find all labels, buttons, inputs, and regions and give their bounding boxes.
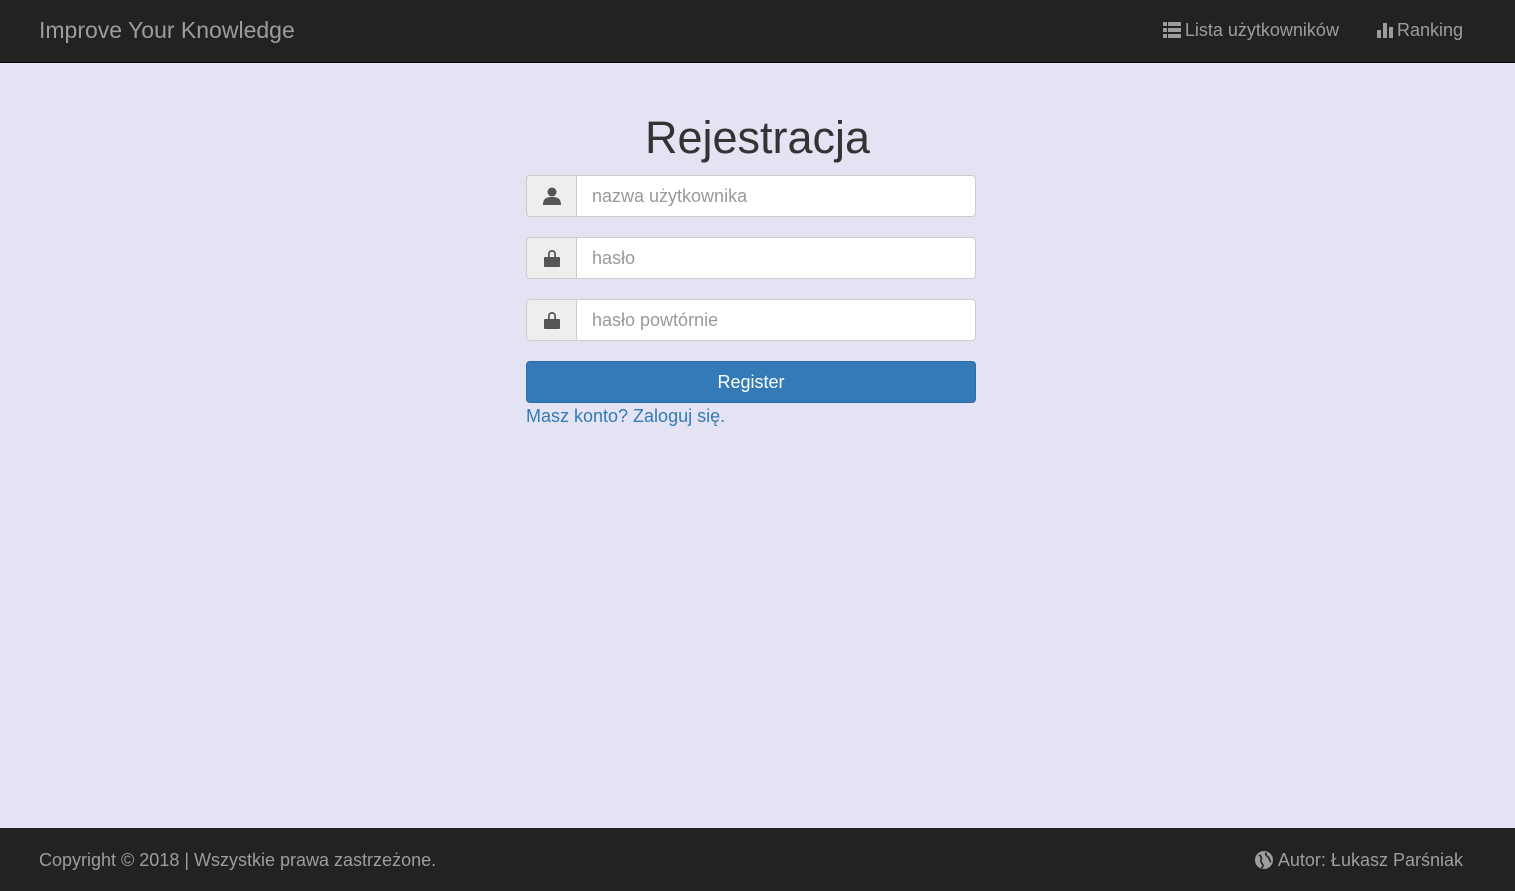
copyright-text: Copyright © 2018 | Wszystkie prawa zastr… — [39, 850, 437, 870]
brand-link[interactable]: Improve Your Knowledge — [39, 17, 295, 43]
author-text: Autor: Łukasz Parśniak — [1277, 850, 1463, 870]
lock-icon — [543, 250, 560, 267]
list-icon — [1162, 22, 1181, 38]
nav-link-ranking[interactable]: Ranking — [1376, 18, 1463, 42]
nav-links: Lista użytkowników Ranking — [1162, 18, 1463, 42]
registration-form: Register Masz konto? Zaloguj się. — [526, 175, 976, 427]
username-group — [526, 175, 976, 217]
username-input[interactable] — [576, 175, 976, 217]
user-icon — [542, 187, 561, 205]
page-title: Rejestracja — [644, 112, 871, 163]
nav-link-user-list[interactable]: Lista użytkowników — [1162, 18, 1339, 42]
register-button[interactable]: Register — [526, 361, 976, 403]
author-info: Autor: Łukasz Parśniak — [1254, 849, 1463, 871]
password-group — [526, 237, 976, 279]
nav-link-ranking-label: Ranking — [1396, 20, 1463, 40]
password-repeat-input[interactable] — [576, 299, 976, 341]
bar-chart-icon — [1376, 23, 1393, 38]
lock-icon — [543, 312, 560, 329]
password-input[interactable] — [576, 237, 976, 279]
globe-icon — [1254, 851, 1273, 869]
password-repeat-group — [526, 299, 976, 341]
password-addon — [526, 237, 576, 279]
username-addon — [526, 175, 576, 217]
main-content: Rejestracja nazwa użytkownika Register M… — [0, 63, 1515, 828]
login-link[interactable]: Masz konto? Zaloguj się. — [526, 405, 725, 427]
nav-link-user-list-label: Lista użytkowników — [1184, 20, 1339, 40]
top-navbar: Improve Your Knowledge Lista użytkownikó… — [0, 0, 1515, 63]
footer: Copyright © 2018 | Wszystkie prawa zastr… — [0, 828, 1515, 891]
password-repeat-addon — [526, 299, 576, 341]
